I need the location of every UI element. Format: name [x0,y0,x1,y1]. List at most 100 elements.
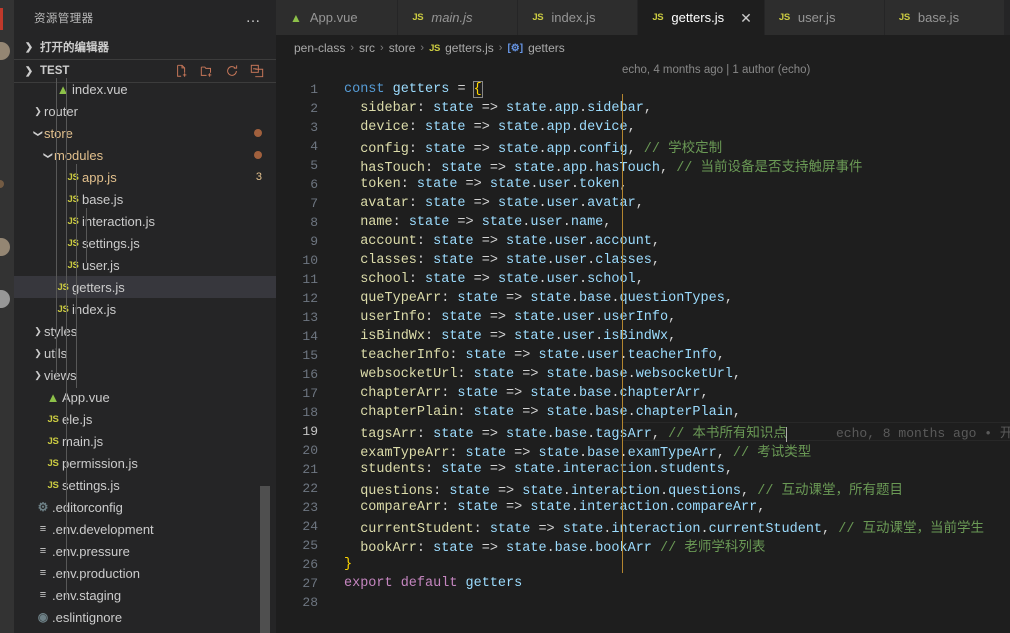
tree-item-ele-js[interactable]: JS ele.js [14,408,276,430]
chevron-down-icon[interactable]: ❯ [43,149,54,161]
code-line-24[interactable]: 24 currentStudent: state => state.intera… [276,517,1010,537]
code-line-27[interactable]: 27 export default getters [276,574,1010,593]
line-number: 6 [310,177,318,192]
tree-item-store[interactable]: ❯ store [14,122,276,144]
code-token: : [416,541,434,556]
code-line-11[interactable]: 11 school: state => state.user.school, [276,270,1010,289]
tree-item-permission-js[interactable]: JS permission.js [14,452,276,474]
code-line-7[interactable]: 7 avatar: state => state.user.avatar, [276,194,1010,213]
tree-item-utils[interactable]: ❯utils [14,342,276,364]
code-line-22[interactable]: 22 questions: state => state.interaction… [276,479,1010,499]
tab-app-vue[interactable]: ▲App.vue✕ [276,0,399,35]
breadcrumb-item-getters-js[interactable]: JS getters.js [429,41,494,55]
tree-item-eslintignore[interactable]: ◉ .eslintignore [14,606,276,628]
editor-tabs[interactable]: ▲App.vue✕JSmain.js✕JSindex.js✕JSgetters.… [276,0,1010,35]
breadcrumb-item-getters[interactable]: [⚙] getters [507,41,564,55]
tree-item-router[interactable]: ❯ router [14,100,276,122]
tree-item-app-js[interactable]: JS app.js 3 [14,166,276,188]
code-line-8[interactable]: 8 name: state => state.user.name, [276,213,1010,232]
breadcrumb-item-src[interactable]: src [359,41,375,55]
chevron-down-icon[interactable]: ❯ [33,127,44,139]
tree-item-modules[interactable]: ❯ modules [14,144,276,166]
chevron-right-icon[interactable]: ❯ [32,348,44,359]
tree-item-env-production[interactable]: ≡ .env.production [14,562,276,584]
code-line-9[interactable]: 9 account: state => state.user.account, [276,232,1010,251]
tab-getters-js[interactable]: JS getters.js ✕ [638,0,765,35]
explorer-icon[interactable] [0,42,10,60]
tree-item-env-staging[interactable]: ≡ .env.staging [14,584,276,606]
tree-item-views[interactable]: ❯ views [14,364,276,386]
code-token: state [530,291,571,306]
file-tree[interactable]: ▲ index.vue ❯ router ❯ store ❯ modules JS app.js 3… [14,78,276,633]
breadcrumb-item-pen-class[interactable]: pen-class [294,41,345,55]
code-line-15[interactable]: 15 teacherInfo: state => state.user.teac… [276,346,1010,365]
code-line-10[interactable]: 10 classes: state => state.user.classes, [276,251,1010,270]
tree-item-settings-js[interactable]: JS settings.js [14,232,276,254]
tab-user-js[interactable]: JSuser.js✕ [764,0,885,35]
tree-item-index-js[interactable]: JS index.js [14,298,276,320]
collapse-all-icon[interactable] [250,64,264,78]
code-line-1[interactable]: 1 const getters = { [276,80,1010,99]
tree-item-styles[interactable]: ❯ styles [14,320,276,342]
tree-item-env-pressure[interactable]: ≡ .env.pressure [14,540,276,562]
code-line-13[interactable]: 13 userInfo: state => state.user.userInf… [276,308,1010,327]
code-editor[interactable]: echo, 4 months ago | 1 author (echo) 1 co… [276,61,1010,633]
code-line-18[interactable]: 18 chapterPlain: state => state.base.cha… [276,403,1010,422]
tree-item-main-js[interactable]: JS main.js [14,430,276,452]
new-folder-icon[interactable] [200,64,214,78]
source-control-icon[interactable] [0,180,4,188]
tab-main-js[interactable]: JSmain.js✕ [398,0,519,35]
code-line-26[interactable]: 26} [276,555,1010,574]
chevron-right-icon[interactable]: ❯ [32,106,44,117]
tree-item-base-js[interactable]: JS base.js [14,188,276,210]
tab-base-js[interactable]: JSbase.js✕ [884,0,1005,35]
code-line-16[interactable]: 16 websocketUrl: state => state.base.web… [276,365,1010,384]
explorer-more-actions-icon[interactable]: … [246,10,263,25]
tree-item-editorconfig[interactable]: ⚙ .editorconfig [14,496,276,518]
code-line-12[interactable]: 12 queTypeArr: state => state.base.quest… [276,289,1010,308]
code-line-5[interactable]: 5 hasTouch: state => state.app.hasTouch,… [276,156,1010,176]
sidebar-scrollbar[interactable] [260,486,270,633]
code-line-6[interactable]: 6 token: state => state.user.token, [276,175,1010,194]
code-line-2[interactable]: 2 sidebar: state => state.app.sidebar, [276,99,1010,118]
vue-file-icon: ▲ [290,10,302,25]
new-file-icon[interactable] [175,64,189,78]
code-line-25[interactable]: 25 bookArr: state => state.base.bookArr … [276,536,1010,556]
tree-item-app-vue[interactable]: ▲ App.vue [14,386,276,408]
code-token: state [457,386,498,401]
breadcrumb[interactable]: pen-class › src › store › JS getters.js › [⚙] gett… [276,35,1010,61]
tree-item-env-development[interactable]: ≡ .env.development [14,518,276,540]
tab-index-js[interactable]: JSindex.js✕ [518,0,639,35]
code-line-19[interactable]: 19 tagsArr: state => state.base.tagsArr,… [276,422,1010,442]
code-token: user [546,272,579,287]
code-line-14[interactable]: 14 isBindWx: state => state.user.isBindW… [276,327,1010,346]
code-line-17[interactable]: 17 chapterArr: state => state.base.chapt… [276,384,1010,403]
code-token: . [578,272,588,287]
chevron-right-icon[interactable]: ❯ [32,370,44,381]
breadcrumb-item-store[interactable]: store [389,41,416,55]
code-line-4[interactable]: 4 config: state => state.app.config, // … [276,137,1010,157]
explorer-title-bar: 资源管理器 … [14,0,276,35]
tree-item-getters-js[interactable]: JS getters.js [14,276,276,298]
extensions-icon[interactable] [0,290,10,308]
code-line-28[interactable]: 28 [276,593,1010,612]
code-line-21[interactable]: 21 students: state => state.interaction.… [276,460,1010,479]
code-line-23[interactable]: 23 compareArr: state => state.interactio… [276,498,1010,517]
tree-item-index-vue[interactable]: ▲ index.vue [14,78,276,100]
tree-item-user-js[interactable]: JS user.js [14,254,276,276]
tree-item-settings-js[interactable]: JS settings.js [14,474,276,496]
tree-indent-guide [56,78,57,378]
chevron-right-icon[interactable]: ❯ [32,326,44,337]
section-open-editors[interactable]: ❯ 打开的编辑器 [14,35,276,59]
close-icon[interactable]: ✕ [732,11,752,25]
refresh-icon[interactable] [225,64,239,78]
tree-item-interaction-js[interactable]: JS interaction.js [14,210,276,232]
debug-icon[interactable] [0,238,10,256]
code-line-3[interactable]: 3 device: state => state.app.device, [276,118,1010,137]
code-line-20[interactable]: 20 examTypeArr: state => state.base.exam… [276,441,1010,461]
code-lines[interactable]: 1 const getters = {2 sidebar: state => st… [276,80,1010,612]
code-token: => [481,161,515,176]
code-token: . [562,484,571,499]
